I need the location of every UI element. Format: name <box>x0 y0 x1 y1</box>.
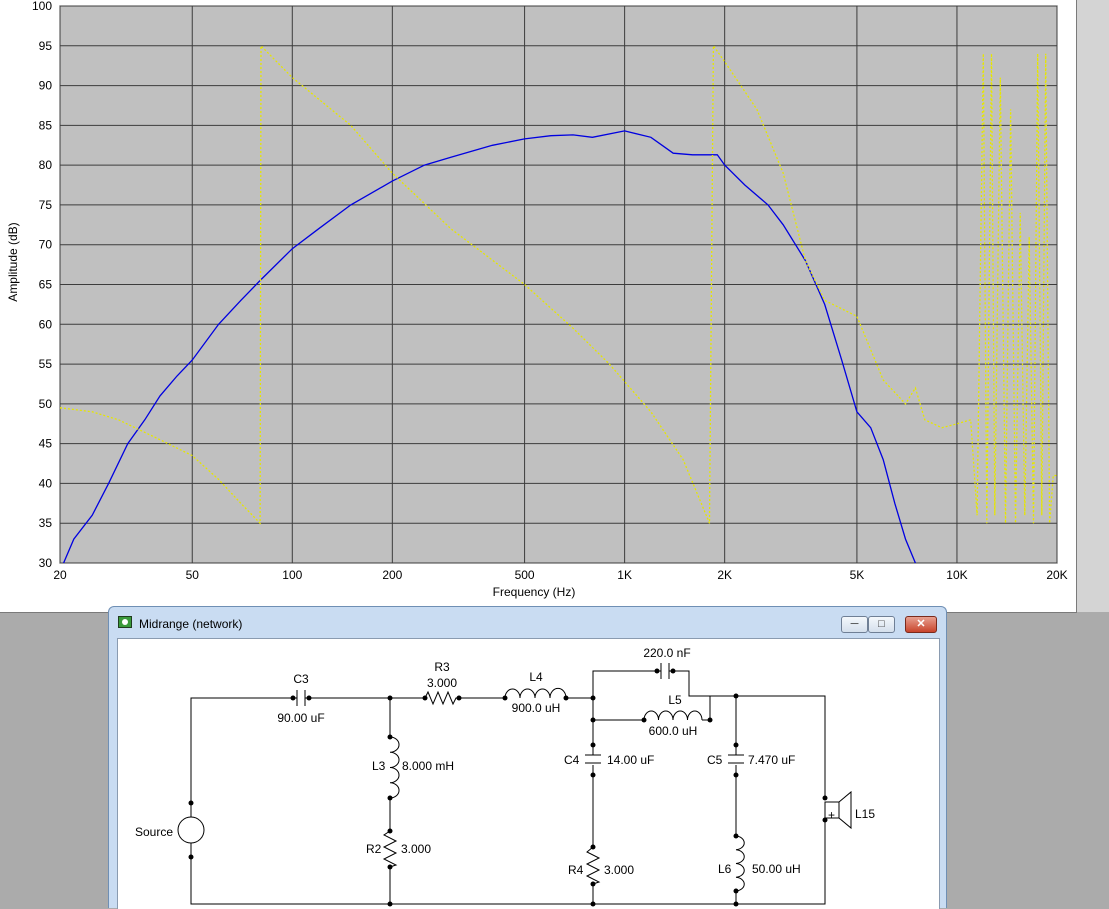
maximize-button[interactable]: □ <box>868 616 895 633</box>
l3-value: 8.000 mH <box>402 759 454 773</box>
y-tick-label: 40 <box>39 476 53 490</box>
l15-name: L15 <box>855 807 875 821</box>
restore-icon: □ <box>878 618 885 630</box>
ctop-value: 220.0 nF <box>643 646 690 660</box>
side-panel <box>1077 0 1109 612</box>
x-tick-label: 50 <box>186 568 200 582</box>
y-tick-label: 90 <box>39 79 53 93</box>
r3-value: 3.000 <box>427 676 457 690</box>
r2-name: R2 <box>366 842 382 856</box>
y-tick-label: 35 <box>39 516 53 530</box>
speaker-cone <box>838 790 852 830</box>
x-tick-label: 20 <box>53 568 67 582</box>
y-tick-label: 95 <box>39 39 53 53</box>
chart-svg: 3035404550556065707580859095100 20 50 100 2… <box>6 0 1068 599</box>
y-tick-label: 80 <box>39 158 53 172</box>
r4-name: R4 <box>568 863 584 877</box>
l5-name: L5 <box>668 693 682 707</box>
x-axis-label: Frequency (Hz) <box>493 585 576 599</box>
minimize-button[interactable]: ─ <box>841 616 868 633</box>
l3-inductor <box>389 736 400 799</box>
wire-bypass-right <box>673 670 736 697</box>
x-tick-label: 1K <box>617 568 632 582</box>
c4-value: 14.00 uF <box>607 753 654 767</box>
frequency-response-chart: 30 35 40 45 50 55 60 65 70 75 80 85 90 95 100 20 50 100 2… <box>0 0 1077 613</box>
schematic-canvas[interactable]: + C3 90.00 uF R3 3.000 L4 900.0 uH 220.0… <box>117 638 940 909</box>
y-tick-label: 85 <box>39 118 53 132</box>
r2-value: 3.000 <box>401 842 431 856</box>
x-tick-labels: 20 50 100 200 500 1K 2K 5K 10K 20K <box>53 568 1067 582</box>
l5-inductor <box>643 710 703 721</box>
y-tick-label: 50 <box>39 397 53 411</box>
window-title: Midrange (network) <box>139 617 243 631</box>
x-tick-label: 5K <box>850 568 865 582</box>
speaker-plus-sign: + <box>828 808 835 822</box>
network-window[interactable]: Midrange (network) ─ □ ✕ + C3 90.00 uF R… <box>108 606 947 909</box>
r3-name: R3 <box>434 660 450 674</box>
c3-value: 90.00 uF <box>277 711 324 725</box>
source-symbol <box>177 816 205 844</box>
l6-inductor <box>735 835 745 892</box>
y-tick-label: 70 <box>39 238 53 252</box>
y-tick-label: 75 <box>39 198 53 212</box>
l6-name: L6 <box>718 862 732 876</box>
y-tick-label: 30 <box>39 556 53 570</box>
schematic: + C3 90.00 uF R3 3.000 L4 900.0 uH 220.0… <box>135 646 875 907</box>
y-tick-label: 65 <box>39 278 53 292</box>
minimize-icon: ─ <box>850 618 859 630</box>
wire-out-right <box>736 695 826 798</box>
r4-resistor <box>585 846 601 885</box>
y-tick-label: 55 <box>39 357 53 371</box>
source-name: Source <box>135 825 173 839</box>
app-icon <box>118 616 132 628</box>
x-tick-label: 20K <box>1046 568 1067 582</box>
window-titlebar[interactable]: Midrange (network) ─ □ ✕ <box>109 607 946 637</box>
c5-name: C5 <box>707 753 723 767</box>
close-button[interactable]: ✕ <box>905 616 937 633</box>
close-icon: ✕ <box>916 618 926 630</box>
y-axis-label: Amplitude (dB) <box>6 222 20 301</box>
l6-value: 50.00 uH <box>752 862 801 876</box>
l4-value: 900.0 uH <box>512 701 561 715</box>
x-tick-label: 200 <box>382 568 402 582</box>
y-tick-label: 60 <box>39 317 53 331</box>
x-tick-label: 500 <box>515 568 535 582</box>
c4-name: C4 <box>564 753 580 767</box>
r3-resistor <box>424 690 459 706</box>
l4-inductor <box>504 687 567 699</box>
y-tick-labels: 30 35 40 45 50 55 60 65 70 75 80 85 90 95 100 <box>32 0 52 570</box>
c5-value: 7.470 uF <box>748 753 795 767</box>
y-tick-label: 100 <box>32 0 52 13</box>
r4-value: 3.000 <box>604 863 634 877</box>
l3-name: L3 <box>372 759 386 773</box>
wire-l5-right <box>702 696 711 721</box>
y-tick-label: 45 <box>39 437 53 451</box>
c3-name: C3 <box>293 672 309 686</box>
x-tick-label: 100 <box>282 568 302 582</box>
x-tick-label: 2K <box>717 568 732 582</box>
l4-name: L4 <box>529 670 543 684</box>
r2-resistor <box>382 830 398 868</box>
l5-value: 600.0 uH <box>649 724 698 738</box>
x-tick-label: 10K <box>946 568 967 582</box>
